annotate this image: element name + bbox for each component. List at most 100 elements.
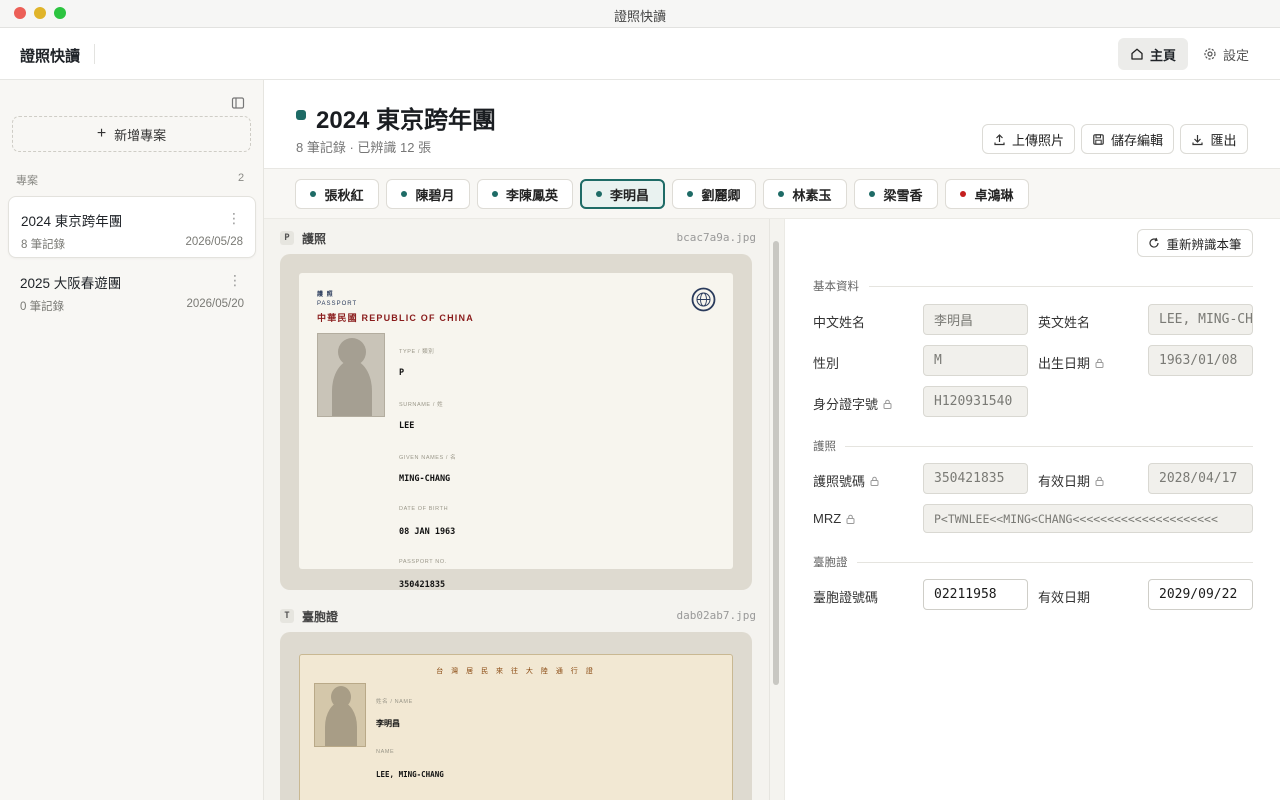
doc-type-label: 護照: [302, 231, 327, 246]
plus-icon: +: [96, 125, 107, 142]
gender-field[interactable]: M: [923, 345, 1028, 376]
download-icon: [1192, 134, 1204, 145]
status-dot: [401, 191, 408, 197]
lock-icon: [1095, 476, 1104, 486]
tab-label: 林素玉: [792, 187, 832, 203]
project-record-count: 0 筆記錄: [20, 301, 65, 313]
field-label: 英文姓名: [1038, 312, 1090, 331]
nav-settings-button[interactable]: 設定: [1196, 38, 1256, 70]
field-label: 中文姓名: [813, 312, 865, 331]
app-name: 證照快讀: [20, 48, 81, 65]
field-label: 出生日期: [1038, 353, 1104, 372]
tab-person[interactable]: 劉麗卿: [672, 179, 756, 209]
sidebar-toggle-icon[interactable]: [230, 95, 246, 111]
permit-expiry-label: 有效日期: [1038, 590, 1091, 605]
field-label: 有效日期: [1038, 587, 1090, 606]
passport-expiry-field[interactable]: 2028/04/17: [1148, 463, 1253, 494]
more-vertical-icon[interactable]: ⋮: [227, 211, 241, 225]
nav-home-button[interactable]: 主頁: [1118, 38, 1188, 70]
passport-number-field[interactable]: 350421835: [923, 463, 1028, 494]
status-dot: [869, 191, 876, 197]
mrz-field[interactable]: P<TWNLEE<<MING<CHANG<<<<<<<<<<<<<<<<<<<<…: [923, 504, 1253, 533]
gear-icon: [1204, 48, 1216, 60]
project-item[interactable]: 2024 東京跨年團 ⋮ 8 筆記錄 2026/05/28: [8, 196, 256, 258]
chinese-name-field[interactable]: 李明昌: [923, 304, 1028, 335]
tab-person[interactable]: 卓鴻琳: [945, 179, 1029, 209]
alert-dot: [960, 191, 967, 197]
lock-icon: [1095, 358, 1104, 368]
projects-count: 2: [238, 172, 245, 184]
permit-card-title: 台 灣 居 民 來 往 大 陸 通 行 證: [436, 668, 596, 675]
passport-field-label: SURNAME / 姓: [399, 402, 444, 408]
tab-person[interactable]: 李陳鳳英: [477, 179, 573, 209]
birth-date-field[interactable]: 1963/01/08: [1148, 345, 1253, 376]
permit-field-value: 李明昌: [376, 719, 400, 728]
english-name-field[interactable]: LEE, MING-CHANG: [1148, 304, 1253, 335]
field-label: 有效日期: [1038, 471, 1104, 490]
permit-number-field[interactable]: 02211958: [923, 579, 1028, 610]
export-button[interactable]: 匯出: [1180, 124, 1248, 154]
permit-image[interactable]: 台 灣 居 民 來 往 大 陸 通 行 證 姓名 / NAME 李明昌 NAME…: [280, 632, 752, 800]
upload-label: 上傳照片: [1011, 132, 1064, 148]
lock-icon: [870, 476, 879, 486]
field-label: 性別: [813, 353, 839, 372]
passport-image[interactable]: 護 照 PASSPORT 中華民國 REPUBLIC OF CHINA TYPE…: [280, 254, 752, 590]
passport-field-value: MING-CHANG: [399, 474, 451, 484]
group-divider: [857, 562, 1253, 563]
tab-person[interactable]: 陳碧月: [386, 179, 470, 209]
field-label: MRZ: [813, 511, 855, 526]
group-title-basic: 基本資料: [813, 281, 859, 293]
field-label: 護照號碼: [813, 471, 879, 490]
tab-label: 張秋紅: [324, 187, 364, 203]
tab-label: 陳碧月: [415, 187, 455, 203]
save-edits-button[interactable]: 儲存編輯: [1081, 124, 1174, 154]
project-date: 2026/05/28: [185, 236, 243, 248]
status-dot: [491, 191, 498, 197]
id-number-field[interactable]: H120931540: [923, 386, 1028, 417]
window-title: 證照快讀: [613, 9, 666, 24]
project-item[interactable]: 2025 大阪春遊團 ⋮ 0 筆記錄 2026/05/20: [8, 259, 256, 321]
group-title-passport: 護照: [813, 441, 836, 453]
passport-field-label: GIVEN NAMES / 名: [399, 455, 457, 461]
main-content: 2024 東京跨年團 8 筆記錄 · 已辨識 12 張 上傳照片 儲存編輯 匯出…: [264, 80, 1280, 800]
upload-photo-button[interactable]: 上傳照片: [982, 124, 1075, 154]
status-dot: [687, 191, 694, 197]
document-images-pane[interactable]: P 護照 bcac7a9a.jpg 護 照 PASSPORT 中華民國 REPU…: [264, 219, 784, 800]
permit-field-label: 姓名 / NAME: [376, 699, 413, 705]
new-project-button[interactable]: + 新增專案: [12, 116, 251, 152]
permit-expiry-field[interactable]: 2029/09/22: [1148, 579, 1253, 610]
status-dot: [778, 191, 785, 197]
lock-icon: [883, 399, 892, 409]
tab-label: 梁雪香: [883, 187, 923, 203]
tab-person[interactable]: 張秋紅: [295, 179, 379, 209]
refresh-icon: [1149, 237, 1160, 248]
doc-type-badge: P: [280, 231, 294, 245]
doc-type-badge: T: [280, 609, 294, 623]
passport-header-en: PASSPORT: [317, 301, 358, 307]
passport-expiry-label: 有效日期: [1038, 474, 1091, 489]
id-number-label: 身分證字號: [813, 397, 879, 412]
field-label: 臺胞證號碼: [813, 587, 878, 606]
tab-label: 劉麗卿: [701, 187, 741, 203]
gender-label: 性別: [813, 356, 840, 371]
reocr-label: 重新辨識本筆: [1166, 237, 1242, 252]
more-vertical-icon[interactable]: ⋮: [228, 273, 242, 287]
nav-settings-label: 設定: [1222, 47, 1249, 63]
passport-header-cn: 護 照: [317, 292, 334, 298]
chinese-name-label: 中文姓名: [813, 315, 866, 330]
app-header: 證照快讀 主頁 設定: [0, 28, 1280, 80]
record-form-pane: 重新辨識本筆 基本資料 中文姓名 李明昌 英文姓名 LEE, MING-CHAN…: [784, 219, 1280, 800]
save-icon: [1093, 133, 1104, 145]
reocr-record-button[interactable]: 重新辨識本筆: [1137, 229, 1253, 257]
permit-field-value: LEE, MING-CHANG: [376, 770, 444, 779]
tab-person[interactable]: 林素玉: [763, 179, 847, 209]
upload-icon: [994, 133, 1005, 145]
tab-person[interactable]: 梁雪香: [854, 179, 938, 209]
permit-doc-label: T 臺胞證: [280, 608, 338, 624]
mrz-label: MRZ: [813, 511, 842, 526]
permit-scan: 台 灣 居 民 來 往 大 陸 通 行 證 姓名 / NAME 李明昌 NAME…: [299, 654, 733, 800]
passport-field-value: LEE: [399, 421, 415, 431]
tab-person-selected[interactable]: 李明昌: [580, 179, 665, 209]
scrollbar-thumb[interactable]: [773, 241, 779, 685]
projects-section-label: 專案: [16, 175, 38, 187]
